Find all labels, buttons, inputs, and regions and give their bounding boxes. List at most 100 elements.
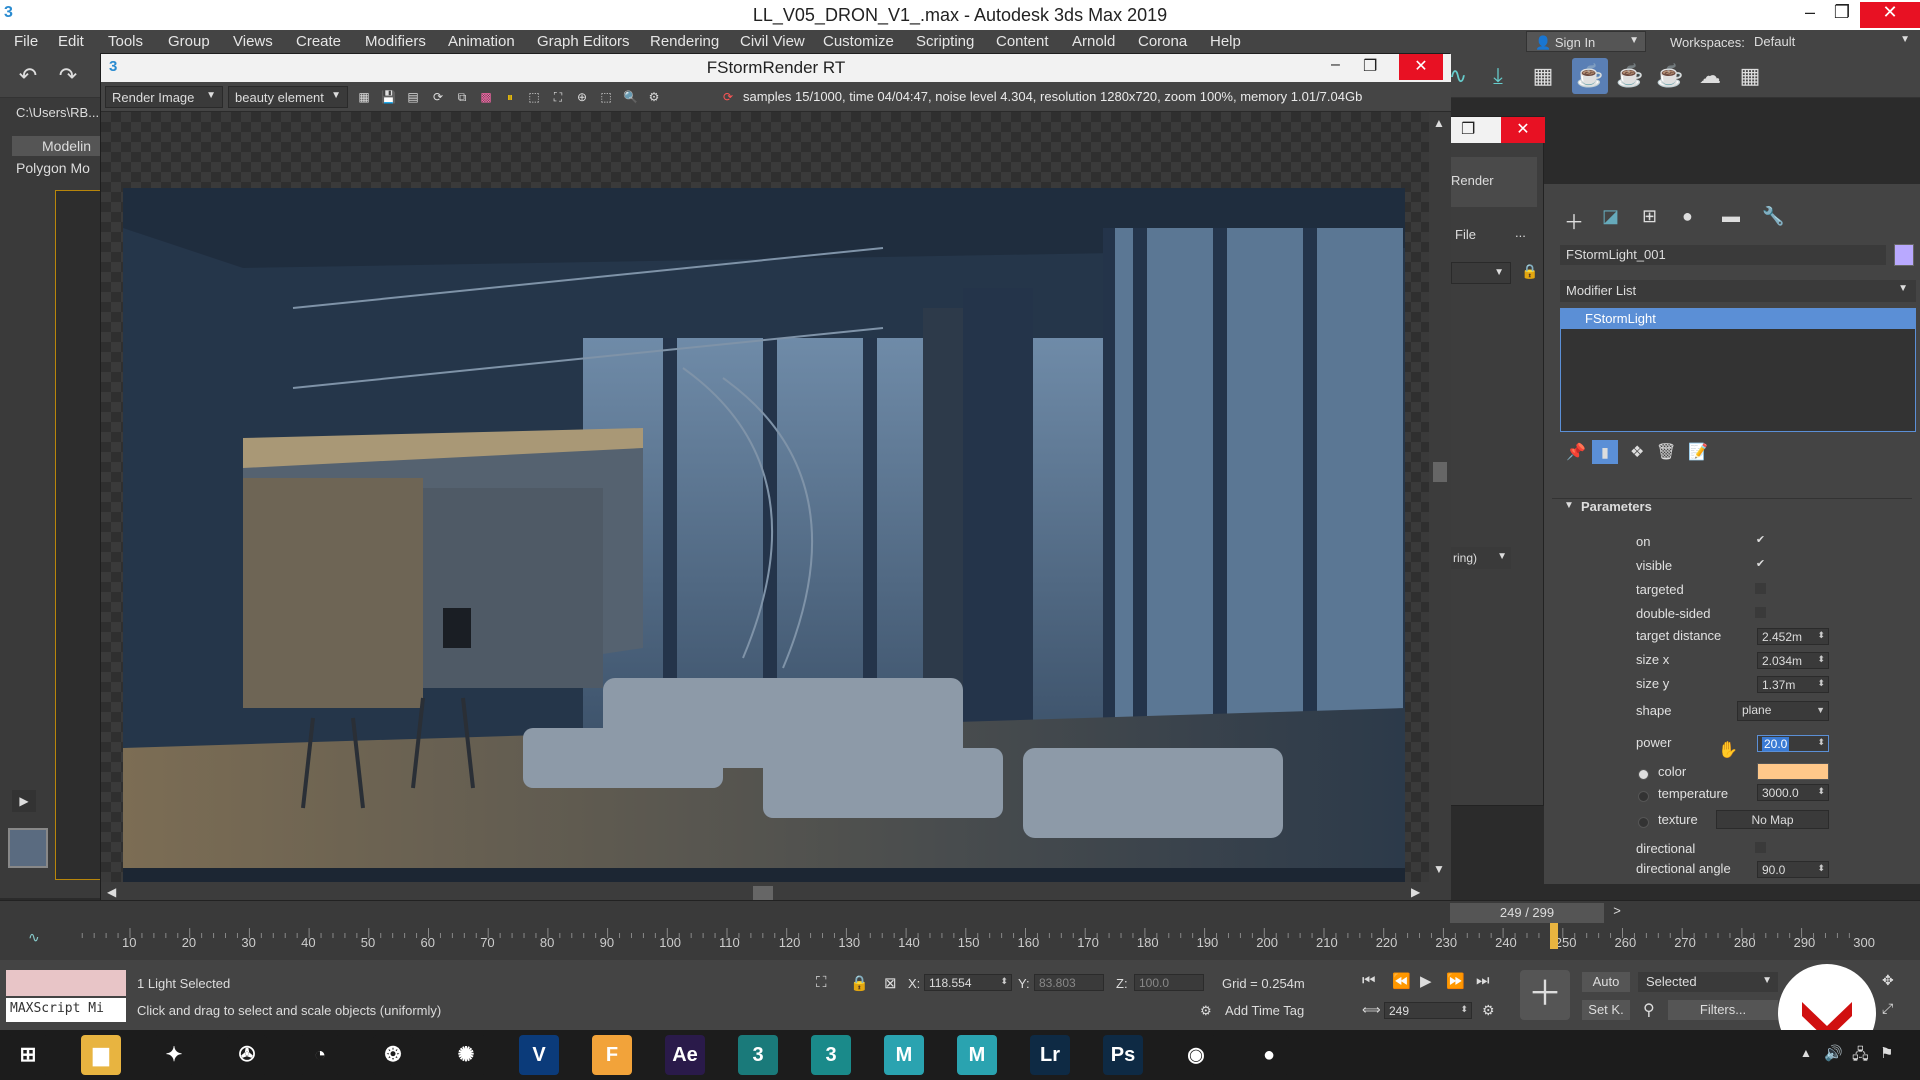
vertical-scrollbar[interactable]: ▲ ▼ (1429, 112, 1451, 882)
copy-icon[interactable]: ⧉ (455, 90, 469, 104)
file-label[interactable]: File (1455, 227, 1476, 242)
menu-content[interactable]: Content (996, 33, 1049, 50)
fusion-icon[interactable]: ❂ (373, 1035, 413, 1075)
hierarchy-tab-icon[interactable]: ⊞ (1642, 206, 1657, 227)
maya-2-icon[interactable]: M (957, 1035, 997, 1075)
modify-tab-icon[interactable]: ◪ (1602, 206, 1619, 227)
isolate-selection-icon[interactable]: ⛶ (816, 974, 827, 991)
object-color-swatch[interactable] (1894, 244, 1914, 266)
object-name-field[interactable]: FStormLight_001 (1560, 245, 1886, 265)
y-coord-field[interactable]: 83.803 (1034, 974, 1104, 991)
color-mode-radio[interactable] (1638, 769, 1649, 780)
show-end-result-icon[interactable]: ▮ (1592, 440, 1618, 464)
zoom-icon[interactable]: 🔍 (623, 90, 638, 104)
param-directional-checkbox[interactable] (1755, 842, 1766, 853)
light-color-swatch[interactable] (1757, 763, 1829, 780)
menu-group[interactable]: Group (168, 33, 210, 50)
current-frame-field[interactable]: 249 ⬍ (1384, 1002, 1472, 1019)
menu-views[interactable]: Views (233, 33, 273, 50)
key-filters-icon[interactable]: ⚲ (1643, 1000, 1655, 1020)
menu-file[interactable]: File (14, 33, 38, 50)
menu-help[interactable]: Help (1210, 33, 1241, 50)
key-mode-toggle-icon[interactable]: ⟺ (1362, 1002, 1381, 1018)
play-icon[interactable]: ▶ (12, 790, 36, 812)
menu-edit[interactable]: Edit (58, 33, 84, 50)
stack-item-fstormlight[interactable]: FStormLight (1561, 309, 1915, 329)
menu-arnold[interactable]: Arnold (1072, 33, 1115, 50)
time-config-icon[interactable]: ⚙ (1482, 1002, 1495, 1019)
pause-icon[interactable]: ⏸ (503, 90, 517, 104)
region-icon[interactable]: ⬚ (527, 90, 541, 104)
refresh-icon[interactable]: ⟳ (431, 90, 445, 104)
frame-icon[interactable]: ▦ (357, 90, 371, 104)
scroll-down-icon[interactable]: ▼ (1433, 862, 1445, 876)
size-x-spinner[interactable]: 2.034m ⬍ (1757, 652, 1829, 669)
menu-rendering[interactable]: Rendering (650, 33, 719, 50)
texture-map-button[interactable]: No Map (1716, 810, 1829, 829)
selection-lock-icon[interactable]: 🔒 (850, 974, 869, 992)
play-animation-icon[interactable]: ▶ (1420, 972, 1432, 990)
more-icon[interactable]: ... (1515, 225, 1526, 240)
menu-animation[interactable]: Animation (448, 33, 515, 50)
maximize-viewport-icon[interactable]: ⤢ (1882, 1000, 1893, 1017)
render-production-icon[interactable]: ☕ (1612, 58, 1648, 94)
record-icon[interactable]: ● (1249, 1035, 1289, 1075)
satellite-app-icon[interactable]: ✦ (154, 1035, 194, 1075)
blender-icon[interactable]: ◔ (300, 1035, 340, 1075)
timeline-ruler[interactable] (80, 925, 1860, 938)
undo-icon[interactable]: ↶ (10, 58, 46, 94)
render-grid-icon[interactable]: ▦ (1732, 58, 1768, 94)
add-time-tag[interactable]: Add Time Tag (1225, 1003, 1304, 1018)
menu-create[interactable]: Create (296, 33, 341, 50)
menu-scripting[interactable]: Scripting (916, 33, 974, 50)
set-key-button[interactable]: Set K. (1582, 1000, 1630, 1020)
motion-tab-icon[interactable]: ● (1682, 206, 1693, 227)
time-slider-thumb[interactable]: 249 / 299 (1450, 903, 1604, 923)
z-coord-field[interactable]: 100.0 (1134, 974, 1204, 991)
render-button[interactable]: Render (1451, 157, 1537, 207)
save-all-icon[interactable]: ▤ (406, 90, 420, 104)
menu-tools[interactable]: Tools (108, 33, 143, 50)
param-visible-checkbox[interactable]: ✔ (1755, 559, 1766, 570)
auto-key-button[interactable]: Auto (1582, 972, 1630, 992)
previous-frame-icon[interactable]: ⏪ (1392, 972, 1411, 990)
download-icon[interactable]: ⤓ (1480, 58, 1516, 94)
parameters-rollout-title[interactable]: Parameters (1581, 499, 1652, 514)
absolute-transform-icon[interactable]: ⊠ (884, 974, 897, 992)
param-targeted-checkbox[interactable] (1755, 583, 1766, 594)
dialog-dropdown[interactable]: ▼ (1451, 262, 1511, 284)
lock-icon[interactable]: 🔒 (1521, 263, 1538, 280)
render-canvas[interactable] (101, 112, 1429, 908)
photoshop-icon[interactable]: Ps (1103, 1035, 1143, 1075)
maya-icon[interactable]: M (884, 1035, 924, 1075)
menu-corona[interactable]: Corona (1138, 33, 1187, 50)
chrome-icon[interactable]: ◉ (1176, 1035, 1216, 1075)
render-iterative-icon[interactable]: ☕ (1652, 58, 1688, 94)
utilities-tab-icon[interactable]: 🔧 (1762, 206, 1784, 227)
crop-icon[interactable]: ⛶ (551, 90, 565, 104)
volume-icon[interactable]: 🔊 (1824, 1044, 1843, 1062)
ribbon-tab-modeling[interactable]: Modelin (12, 136, 100, 156)
close-icon[interactable]: ✕ (1501, 117, 1545, 143)
rollout-collapse-icon[interactable]: ▼ (1564, 500, 1574, 511)
fstorm-icon[interactable]: F (592, 1035, 632, 1075)
target-distance-spinner[interactable]: 2.452m ⬍ (1757, 628, 1829, 645)
remove-modifier-icon[interactable]: 🗑 (1656, 442, 1676, 462)
settings-icon[interactable]: ⚙ (647, 90, 661, 104)
restore-icon[interactable]: ❐ (1363, 56, 1377, 76)
go-to-start-icon[interactable]: ⏮ (1362, 972, 1376, 989)
next-frame-icon[interactable]: ⏩ (1446, 972, 1465, 990)
windows-start-icon[interactable]: ⊞ (8, 1035, 48, 1075)
3dsmax-active-icon[interactable]: 3 (811, 1035, 851, 1075)
size-y-spinner[interactable]: 1.37m ⬍ (1757, 676, 1829, 693)
display-tab-icon[interactable]: ▬ (1722, 206, 1740, 227)
menu-customize[interactable]: Customize (823, 33, 894, 50)
menu-graph-editors[interactable]: Graph Editors (537, 33, 630, 50)
minimize-icon[interactable]: – (1331, 56, 1340, 74)
shape-dropdown[interactable]: plane ▼ (1737, 701, 1829, 721)
render-mode-dropdown[interactable]: Render Image ▼ (105, 86, 223, 108)
render-element-dropdown[interactable]: beauty element ▼ (228, 86, 348, 108)
param-double-sided-checkbox[interactable] (1755, 607, 1766, 618)
next-frame-button[interactable]: > (1608, 903, 1626, 923)
redo-icon[interactable]: ↷ (50, 58, 86, 94)
